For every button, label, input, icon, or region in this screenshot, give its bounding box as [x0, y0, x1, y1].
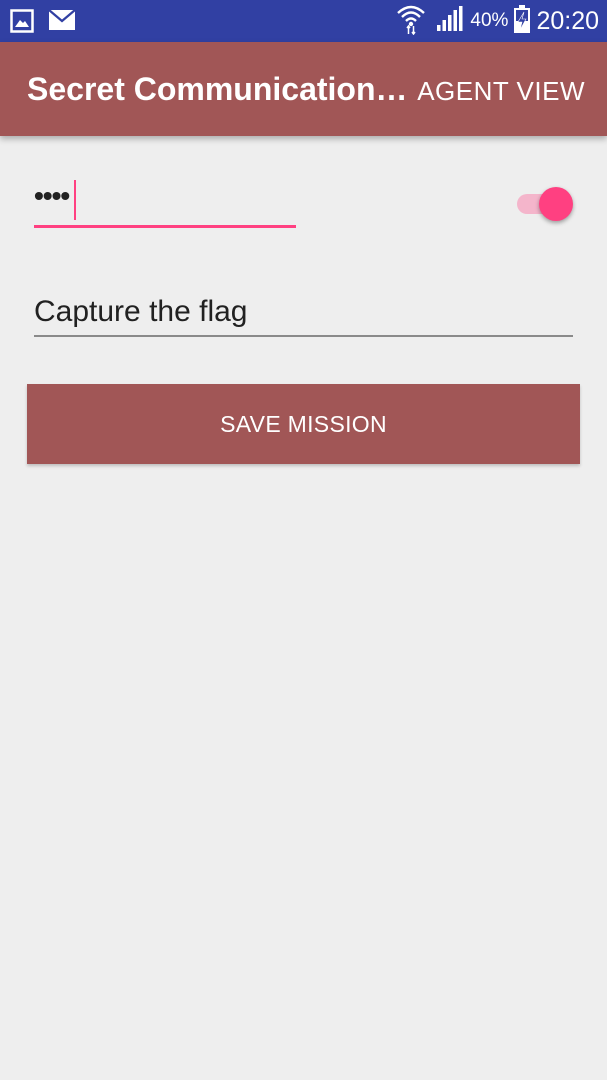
mission-value: Capture the flag [34, 295, 248, 328]
text-cursor [74, 180, 76, 220]
battery-charging-icon [514, 4, 531, 38]
battery-percent: 40% [470, 10, 509, 31]
clock: 20:20 [536, 6, 599, 35]
mission-field[interactable]: Capture the flag [34, 292, 573, 337]
signal-icon [436, 5, 464, 37]
app-title: Secret Communication… [27, 71, 407, 107]
password-field[interactable]: •••• [34, 178, 296, 228]
toggle-thumb [539, 187, 573, 221]
app-bar: Secret Communication… AGENT VIEW [0, 42, 607, 136]
mail-icon [48, 9, 76, 38]
password-visibility-toggle[interactable] [515, 186, 577, 222]
password-value: •••• [34, 180, 70, 211]
wifi-icon [396, 3, 426, 40]
agent-view-button[interactable]: AGENT VIEW [417, 76, 585, 107]
gallery-icon [10, 9, 34, 38]
save-mission-button[interactable]: SAVE MISSION [27, 384, 580, 464]
status-bar: 40% 20:20 [0, 0, 607, 42]
